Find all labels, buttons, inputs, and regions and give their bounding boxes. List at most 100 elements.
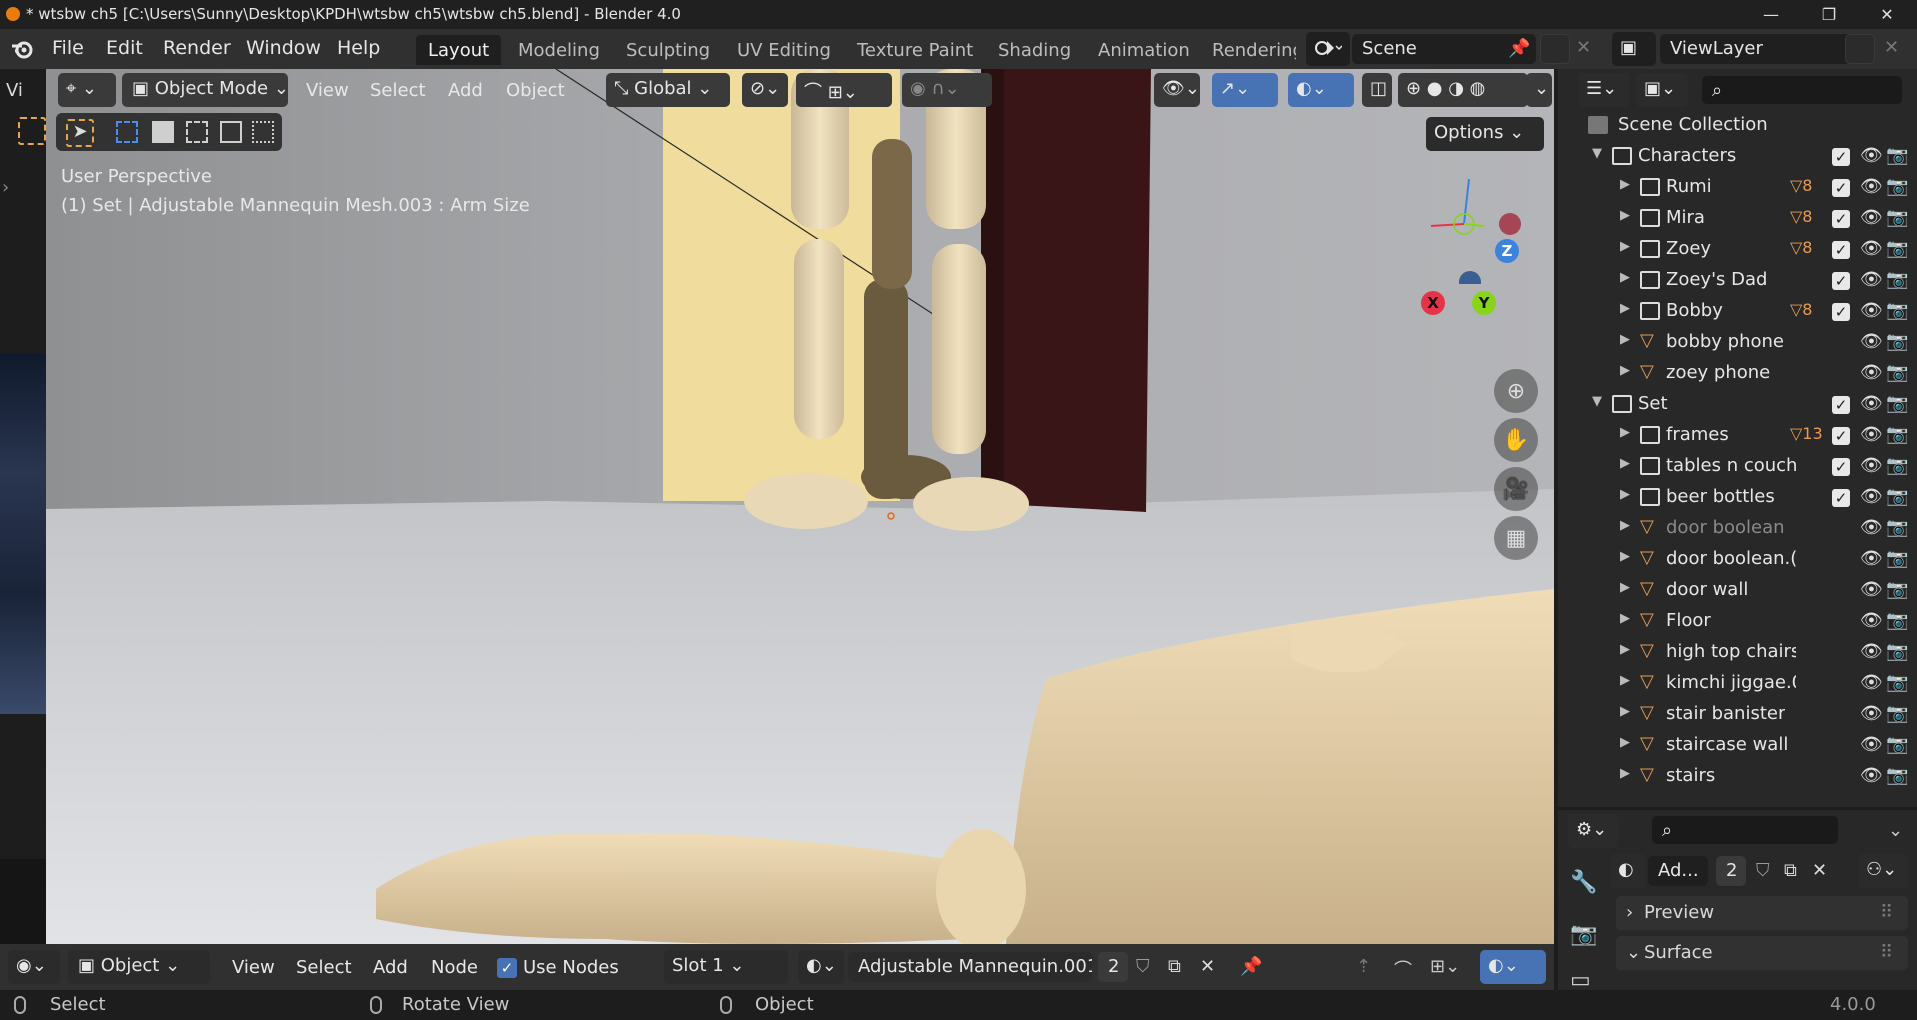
node-menu-select[interactable]: Select	[296, 957, 352, 978]
expand-right-icon[interactable]: ▶	[1620, 425, 1630, 440]
render-camera-icon[interactable]: 📷	[1886, 176, 1908, 197]
display-mode-icon[interactable]: ▣⌄	[1636, 73, 1688, 107]
viewport-menu-view[interactable]: View	[306, 80, 349, 101]
node-material-users[interactable]: 2	[1098, 952, 1128, 982]
pivot-point-icon[interactable]: ⊘⌄	[742, 73, 788, 107]
snap-icon[interactable]: ⌒	[1394, 956, 1412, 982]
new-scene-icon[interactable]	[1540, 34, 1570, 64]
close-window-button[interactable]: ✕	[1858, 0, 1916, 29]
expand-right-icon[interactable]: ▶	[1620, 704, 1630, 719]
outliner-row[interactable]: ▶ Zoey ▽8 ✓ 👁 📷	[1558, 235, 1908, 266]
outliner-row[interactable]: ▼ Set ✓ 👁 📷	[1558, 390, 1908, 421]
exclude-checkbox[interactable]: ✓	[1832, 179, 1850, 197]
node-menu-view[interactable]: View	[232, 957, 275, 978]
exclude-checkbox[interactable]: ✓	[1832, 458, 1850, 476]
render-camera-icon[interactable]: 📷	[1886, 300, 1908, 321]
material-name-field[interactable]: Ad...	[1648, 856, 1708, 886]
render-camera-icon[interactable]: 📷	[1886, 207, 1908, 228]
expand-right-icon[interactable]: ▶	[1620, 301, 1630, 316]
outliner-editor-type-icon[interactable]: ☰⌄	[1578, 73, 1630, 107]
outliner-row[interactable]: ▶ ▽ zoey phone 👁 📷	[1558, 359, 1908, 390]
render-camera-icon[interactable]: 📷	[1886, 145, 1908, 166]
properties-options-icon[interactable]: ⌄	[1888, 820, 1903, 841]
shading-modes-icon[interactable]: ⊕ ● ◑ ◍	[1398, 73, 1528, 107]
viewport-menu-object[interactable]: Object	[506, 80, 565, 101]
render-camera-icon[interactable]: 📷	[1886, 517, 1908, 538]
expand-right-icon[interactable]: ▶	[1620, 208, 1630, 223]
visibility-icon[interactable]: 👁⌄	[1154, 73, 1200, 107]
visibility-eye-icon[interactable]: 👁	[1860, 579, 1883, 600]
node-tree-icon[interactable]: ⚇⌄	[1858, 854, 1908, 888]
expand-right-icon[interactable]: ▶	[1620, 456, 1630, 471]
select-extend-icon[interactable]	[152, 121, 174, 143]
material-browse-icon[interactable]: ◐	[1610, 854, 1646, 888]
proportional-editing-icon[interactable]: ◉ ∩⌄	[902, 73, 992, 107]
exclude-checkbox[interactable]: ✓	[1832, 148, 1850, 166]
overlays-toggle-icon[interactable]: ◐⌄	[1288, 73, 1354, 107]
node-menu-add[interactable]: Add	[373, 957, 408, 978]
select-box-tool-icon[interactable]	[18, 117, 46, 145]
fake-user-icon[interactable]: ⛉	[1756, 860, 1770, 881]
viewport-menu-add[interactable]: Add	[448, 80, 483, 101]
render-camera-icon[interactable]: 📷	[1886, 672, 1908, 693]
outliner-search-input[interactable]: ⌕	[1702, 76, 1902, 104]
fake-user-icon[interactable]: ⛉	[1136, 956, 1150, 977]
node-menu-node[interactable]: Node	[431, 957, 478, 978]
expand-down-icon[interactable]: ▼	[1592, 394, 1602, 409]
expand-right-icon[interactable]: ▶	[1620, 363, 1630, 378]
render-camera-icon[interactable]: 📷	[1886, 331, 1908, 352]
exclude-checkbox[interactable]: ✓	[1832, 303, 1850, 321]
visibility-eye-icon[interactable]: 👁	[1860, 672, 1883, 693]
blender-menu-icon[interactable]	[10, 38, 34, 60]
preview-section[interactable]: › Preview ⠿	[1616, 896, 1908, 930]
maximize-button[interactable]: ❐	[1800, 0, 1858, 29]
visibility-eye-icon[interactable]: 👁	[1860, 517, 1883, 538]
visibility-eye-icon[interactable]: 👁	[1860, 393, 1883, 414]
outliner-row[interactable]: ▶ Rumi ▽8 ✓ 👁 📷	[1558, 173, 1908, 204]
outliner-row[interactable]: ▶ ▽ Floor 👁 📷	[1558, 607, 1908, 638]
render-camera-icon[interactable]: 📷	[1886, 641, 1908, 662]
menu-help[interactable]: Help	[337, 37, 380, 59]
outliner-row[interactable]: ▶ ▽ door boolean 👁 📷	[1558, 514, 1908, 545]
menu-render[interactable]: Render	[163, 37, 231, 59]
visibility-eye-icon[interactable]: 👁	[1860, 207, 1883, 228]
visibility-eye-icon[interactable]: 👁	[1860, 765, 1883, 786]
gizmo-z-axis[interactable]: Z	[1495, 239, 1519, 263]
use-nodes-checkbox[interactable]: ✓	[497, 958, 517, 978]
unlink-material-icon[interactable]: ✕	[1200, 956, 1215, 977]
select-subtract-icon[interactable]	[186, 121, 208, 143]
pin-icon[interactable]: 📌	[1240, 956, 1262, 977]
render-camera-icon[interactable]: 📷	[1886, 424, 1908, 445]
duplicate-material-icon[interactable]: ⧉	[1168, 956, 1181, 977]
render-camera-icon[interactable]: 📷	[1886, 269, 1908, 290]
outliner-row[interactable]: ▶ ▽ stair banister 👁 📷	[1558, 700, 1908, 731]
visibility-eye-icon[interactable]: 👁	[1860, 145, 1883, 166]
exclude-checkbox[interactable]: ✓	[1832, 489, 1850, 507]
new-view-layer-icon[interactable]	[1845, 34, 1875, 64]
expand-right-icon[interactable]: ▶	[1620, 332, 1630, 347]
visibility-eye-icon[interactable]: 👁	[1860, 331, 1883, 352]
visibility-eye-icon[interactable]: 👁	[1860, 486, 1883, 507]
outliner-row[interactable]: ▶ ▽ high top chairs 👁 📷	[1558, 638, 1908, 669]
unlink-material-icon[interactable]: ✕	[1812, 860, 1827, 881]
exclude-checkbox[interactable]: ✓	[1832, 210, 1850, 228]
properties-search-input[interactable]: ⌕	[1652, 816, 1838, 844]
gizmo-toggle-icon[interactable]: ↗⌄	[1212, 73, 1278, 107]
render-camera-icon[interactable]: 📷	[1886, 455, 1908, 476]
tab-sculpting[interactable]: Sculpting	[614, 35, 722, 65]
object-mode-dropdown[interactable]: ▣ Object Mode ⌄	[122, 73, 289, 107]
tab-rendering[interactable]: Rendering	[1200, 35, 1296, 65]
slot-dropdown[interactable]: Slot 1 ⌄	[664, 950, 788, 984]
scene-selector-icon[interactable]	[1306, 32, 1350, 66]
render-camera-icon[interactable]: 📷	[1886, 734, 1908, 755]
transform-orientation-dropdown[interactable]: ⤡ Global ⌄	[606, 73, 730, 107]
tab-shading[interactable]: Shading	[986, 35, 1083, 65]
scene-collection-row[interactable]: Scene Collection	[1558, 111, 1903, 142]
navigation-gizmo[interactable]	[1406, 164, 1526, 284]
outliner-row[interactable]: ▶ Mira ▽8 ✓ 👁 📷	[1558, 204, 1908, 235]
node-overlays-icon[interactable]: ◐⌄	[1480, 950, 1546, 984]
delete-scene-icon[interactable]: ✕	[1576, 37, 1591, 58]
outliner-row[interactable]: ▶ frames ▽13 ✓ 👁 📷	[1558, 421, 1908, 452]
zoom-icon[interactable]: ⊕	[1494, 369, 1538, 413]
expand-right-icon[interactable]: ▶	[1620, 177, 1630, 192]
